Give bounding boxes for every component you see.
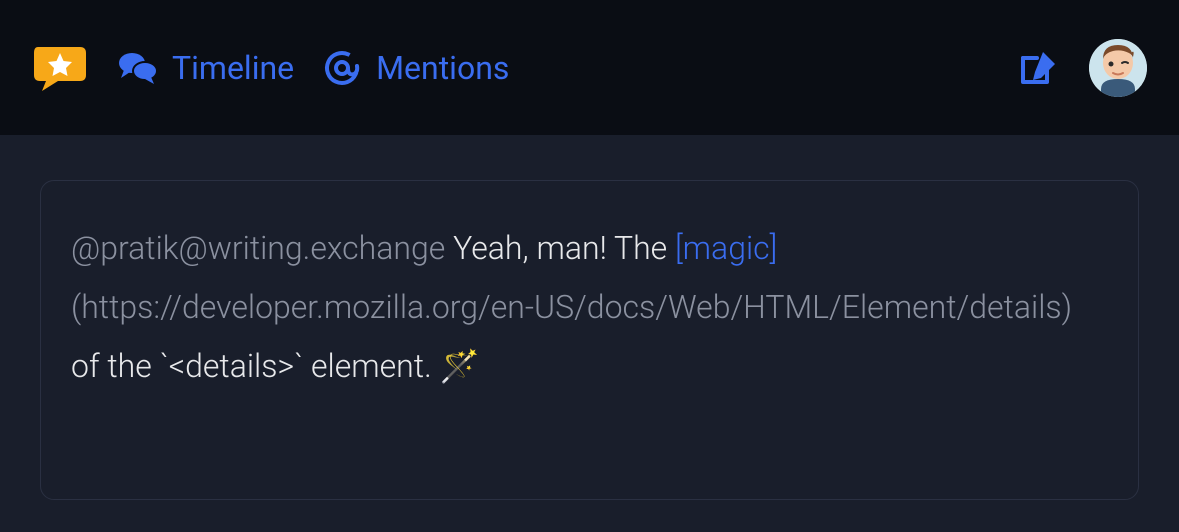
- compose-icon: [1015, 46, 1059, 90]
- header-left-group: Timeline Mentions: [32, 43, 509, 93]
- compose-text-2: of the `<details>` element. 🪄: [71, 347, 479, 385]
- compose-mention: @pratik@writing.exchange: [71, 229, 445, 267]
- compose-link-text: [magic]: [675, 229, 777, 267]
- compose-box[interactable]: @pratik@writing.exchange Yeah, man! The …: [40, 180, 1139, 500]
- compose-text[interactable]: @pratik@writing.exchange Yeah, man! The …: [71, 219, 1108, 397]
- compose-url-text: (https://developer.mozilla.org/en-US/doc…: [71, 288, 1072, 326]
- avatar[interactable]: [1089, 39, 1147, 97]
- tab-timeline[interactable]: Timeline: [118, 48, 294, 88]
- app-header: Timeline Mentions: [0, 0, 1179, 135]
- tab-mentions[interactable]: Mentions: [322, 48, 509, 88]
- header-right-group: [1015, 39, 1147, 97]
- tab-timeline-label: Timeline: [172, 49, 294, 87]
- content-area: @pratik@writing.exchange Yeah, man! The …: [0, 135, 1179, 532]
- avatar-image: [1089, 39, 1147, 97]
- compose-text-1: Yeah, man! The: [445, 229, 675, 267]
- chat-bubbles-icon: [118, 48, 158, 88]
- at-icon: [322, 48, 362, 88]
- announcements-icon[interactable]: [32, 43, 90, 93]
- compose-button[interactable]: [1015, 46, 1059, 90]
- tab-mentions-label: Mentions: [376, 49, 509, 87]
